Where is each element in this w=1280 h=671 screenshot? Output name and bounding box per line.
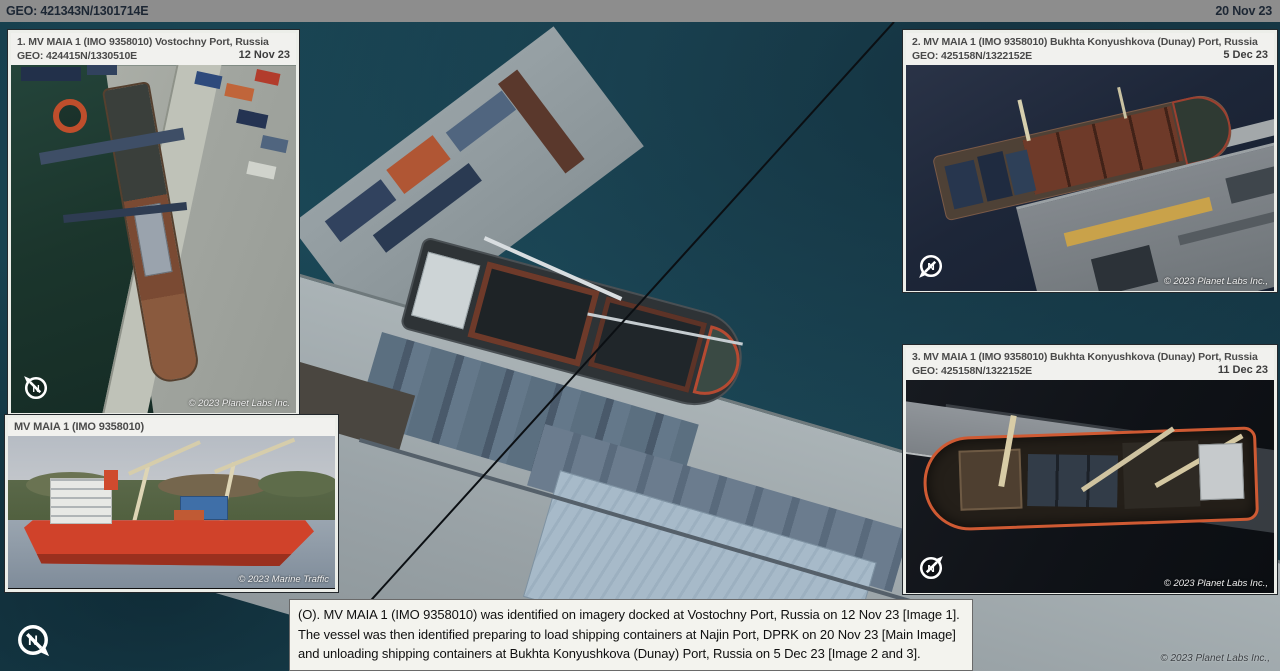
ship-funnel: [104, 470, 118, 490]
compass-north-icon: N: [10, 617, 56, 663]
inset-2-satellite-scene: N © 2023 Planet Labs Inc.,: [906, 65, 1274, 291]
inset-3-satellite-scene: N © 2023 Planet Labs Inc.,: [906, 380, 1274, 593]
inset-3-date: 11 Dec 23: [1218, 363, 1268, 377]
inset-1-date: 12 Nov 23: [239, 48, 290, 62]
ship-foredeck: [958, 449, 1022, 511]
tree-canopy: [258, 471, 335, 497]
geo-header-bar: GEO: 421343N/1301714E 20 Nov 23: [0, 0, 1280, 22]
main-image-date: 20 Nov 23: [1215, 4, 1272, 18]
cargo-ship-docked: [922, 427, 1259, 533]
ship-superstructure: [50, 478, 112, 524]
compass-north-icon: N: [914, 551, 948, 585]
inset-1-header: 1. MV MAIA 1 (IMO 9358010) Vostochny Por…: [11, 33, 296, 65]
container-stack: [1027, 454, 1118, 508]
inset-image-2: 2. MV MAIA 1 (IMO 9358010) Bukhta Konyus…: [903, 30, 1277, 292]
tree-canopy: [158, 474, 268, 498]
svg-text:N: N: [32, 384, 39, 395]
vessel-photo: © 2023 Marine Traffic: [8, 436, 335, 588]
deck-structure: [1091, 245, 1158, 291]
container-stack: [21, 67, 81, 81]
vessel-photo-inset: MV MAIA 1 (IMO 9358010) © 2023 Marine Tr…: [5, 415, 338, 592]
copyright-label: © 2023 Planet Labs Inc.,: [1164, 276, 1268, 287]
compass-north-icon: N: [914, 249, 948, 283]
inset-2-title: 2. MV MAIA 1 (IMO 9358010) Bukhta Konyus…: [912, 36, 1268, 50]
inset-3-header: 3. MV MAIA 1 (IMO 9358010) Bukhta Konyus…: [906, 348, 1274, 380]
inset-image-1: 1. MV MAIA 1 (IMO 9358010) Vostochny Por…: [8, 30, 299, 414]
container-stack: [446, 91, 516, 152]
deck-structure: [1225, 157, 1274, 204]
inset-1-satellite-scene: N © 2023 Planet Labs Inc.: [11, 65, 296, 413]
caption-line: The vessel was then identified preparing…: [298, 625, 964, 645]
svg-text:N: N: [927, 262, 934, 273]
inset-2-date: 5 Dec 23: [1223, 48, 1268, 62]
copyright-label: © 2023 Marine Traffic: [238, 574, 329, 585]
caption-line: (O). MV MAIA 1 (IMO 9358010) was identif…: [298, 605, 964, 625]
container-stack: [87, 65, 117, 75]
copyright-label: © 2023 Planet Labs Inc.,: [1160, 653, 1270, 664]
copyright-label: © 2023 Planet Labs Inc.: [188, 398, 290, 409]
inset-2-header: 2. MV MAIA 1 (IMO 9358010) Bukhta Konyus…: [906, 33, 1274, 65]
copyright-label: © 2023 Planet Labs Inc.,: [1164, 578, 1268, 589]
ship-superstructure: [1198, 443, 1244, 501]
red-ship-hull: [24, 520, 314, 566]
crane-boom: [128, 441, 201, 476]
crane-boom: [214, 438, 295, 474]
compass-north-icon: N: [19, 371, 53, 405]
crane-turntable: [53, 99, 87, 133]
analysis-caption-box: (O). MV MAIA 1 (IMO 9358010) was identif…: [289, 599, 973, 671]
svg-text:N: N: [927, 564, 934, 575]
photo-title: MV MAIA 1 (IMO 9358010): [14, 420, 329, 434]
intel-imagery-graphic: GEO: 421343N/1301714E 20 Nov 23 1. MV MA…: [0, 0, 1280, 671]
main-geo-coordinates: GEO: 421343N/1301714E: [6, 4, 148, 18]
svg-text:N: N: [28, 633, 38, 648]
inset-3-title: 3. MV MAIA 1 (IMO 9358010) Bukhta Konyus…: [912, 351, 1268, 365]
caption-line: and unloading shipping containers at Buk…: [298, 644, 964, 664]
inset-3-geo: GEO: 425158N/1322152E: [912, 365, 1268, 379]
inset-2-geo: GEO: 425158N/1322152E: [912, 50, 1268, 64]
inset-image-3: 3. MV MAIA 1 (IMO 9358010) Bukhta Konyus…: [903, 345, 1277, 594]
photo-header: MV MAIA 1 (IMO 9358010): [8, 418, 335, 436]
